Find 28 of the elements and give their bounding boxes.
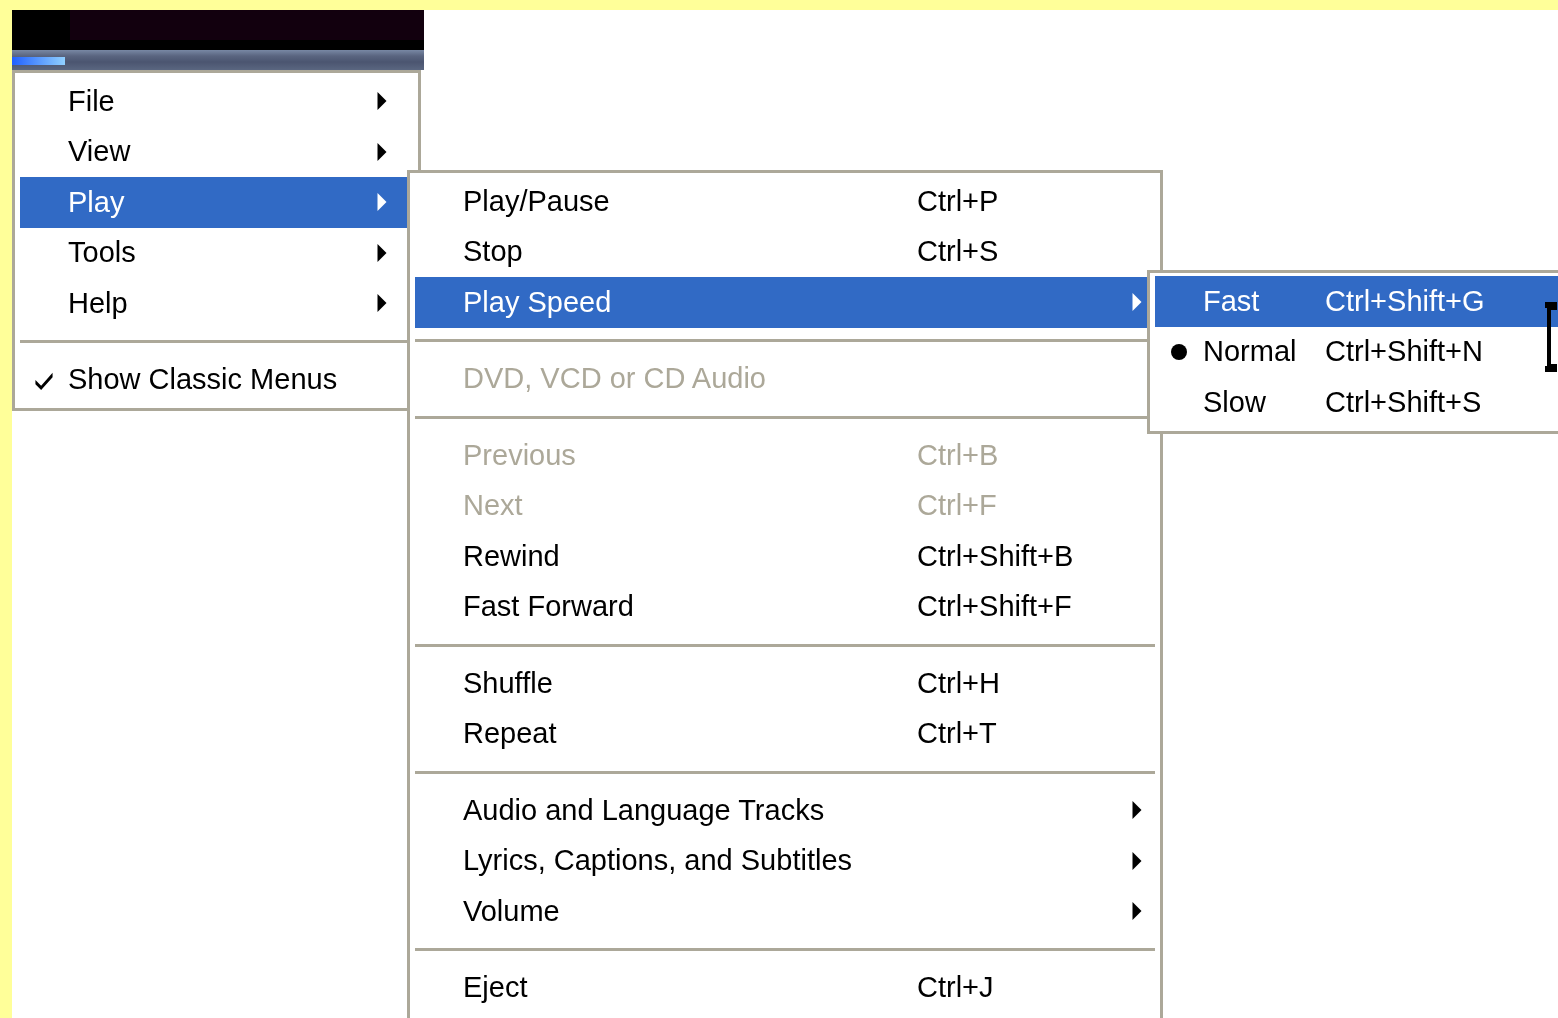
menu-item[interactable]: Tools xyxy=(20,227,413,278)
submenu-arrow-icon xyxy=(377,142,387,161)
menu-item[interactable]: File xyxy=(20,76,413,127)
menu-item[interactable]: Volume xyxy=(415,886,1155,937)
submenu-arrow-icon xyxy=(1132,851,1142,870)
submenu-arrow-icon xyxy=(1132,902,1142,921)
menu-item[interactable]: Show Classic Menus xyxy=(20,354,413,405)
menu-item[interactable]: Fast Ctrl+Shift+G xyxy=(1155,276,1558,327)
menu-item[interactable]: Repeat Ctrl+T xyxy=(415,708,1155,759)
submenu-arrow-icon xyxy=(377,193,387,212)
submenu-arrow-icon xyxy=(377,294,387,313)
cursor-icon xyxy=(1543,302,1557,372)
submenu-arrow-icon xyxy=(1132,293,1142,312)
submenu-arrow-icon xyxy=(377,243,387,262)
menu-item[interactable]: Play/Pause Ctrl+P xyxy=(415,176,1155,227)
menu-item[interactable]: Help xyxy=(20,278,413,329)
menu-item[interactable]: Audio and Language Tracks xyxy=(415,785,1155,836)
menu-item[interactable]: Eject Ctrl+J xyxy=(415,962,1155,1013)
menu-item[interactable]: Stop Ctrl+S xyxy=(415,226,1155,277)
submenu-arrow-icon xyxy=(1132,801,1142,820)
menu-item[interactable]: Rewind Ctrl+Shift+B xyxy=(415,531,1155,582)
menu-item[interactable]: View xyxy=(20,126,413,177)
menu-item[interactable]: Slow Ctrl+Shift+S xyxy=(1155,377,1558,428)
menu-item[interactable]: Lyrics, Captions, and Subtitles xyxy=(415,835,1155,886)
menu-item[interactable]: Fast Forward Ctrl+Shift+F xyxy=(415,581,1155,632)
menu-item[interactable]: Normal Ctrl+Shift+N xyxy=(1155,326,1558,377)
submenu-arrow-icon xyxy=(377,92,387,111)
menu-item[interactable]: Shuffle Ctrl+H xyxy=(415,658,1155,709)
